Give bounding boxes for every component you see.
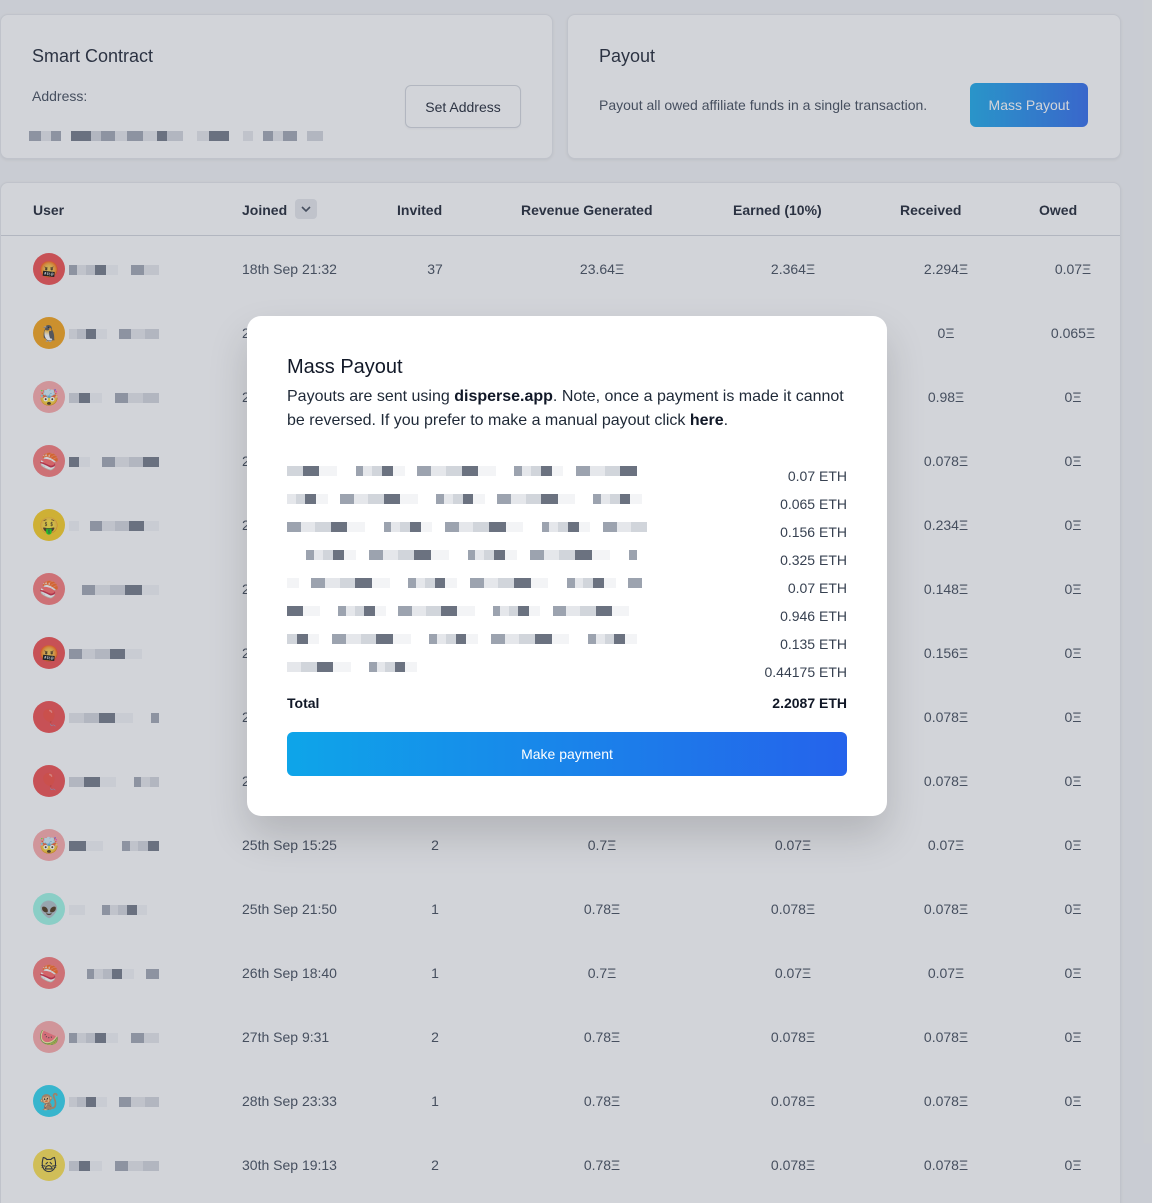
recipient-address-redacted <box>287 522 647 532</box>
recipient-address-redacted <box>287 466 637 476</box>
manual-payout-link[interactable]: here <box>690 412 724 429</box>
disperse-link[interactable]: disperse.app <box>454 388 553 405</box>
recipient-address-redacted <box>287 550 637 560</box>
recipient-address-redacted <box>287 634 637 644</box>
modal-description: Payouts are sent using disperse.app. Not… <box>287 385 847 433</box>
payment-row: 0.44175 ETH <box>287 658 847 686</box>
payment-row: 0.07 ETH <box>287 462 847 490</box>
recipient-address-redacted <box>287 662 417 672</box>
payment-amount: 0.946 ETH <box>780 608 847 624</box>
page: Smart Contract Address: Set Address Payo… <box>0 0 1152 1203</box>
payment-amount: 0.44175 ETH <box>764 664 848 680</box>
payment-row: 0.065 ETH <box>287 490 847 518</box>
mass-payout-modal: Mass Payout Payouts are sent using dispe… <box>247 316 887 816</box>
payment-row: 0.156 ETH <box>287 518 847 546</box>
payment-row: 0.07 ETH <box>287 574 847 602</box>
payment-amount: 0.065 ETH <box>780 496 847 512</box>
modal-title: Mass Payout <box>287 356 403 378</box>
payment-row: 0.325 ETH <box>287 546 847 574</box>
payment-row: 0.946 ETH <box>287 602 847 630</box>
payment-amount: 0.156 ETH <box>780 524 847 540</box>
payment-amount: 0.07 ETH <box>787 468 847 484</box>
payment-amount: 0.07 ETH <box>787 580 847 596</box>
total-value: 2.2087 ETH <box>772 695 847 711</box>
desc-end: . <box>723 412 729 429</box>
recipient-address-redacted <box>287 578 642 588</box>
recipient-address-redacted <box>287 606 647 616</box>
payment-row: 0.135 ETH <box>287 630 847 658</box>
desc-prefix: Payouts are sent using <box>287 388 455 405</box>
payment-amount: 0.135 ETH <box>780 636 847 652</box>
recipient-address-redacted <box>287 494 642 504</box>
total-label: Total <box>287 695 320 711</box>
payment-amount: 0.325 ETH <box>780 552 847 568</box>
make-payment-button[interactable]: Make payment <box>287 732 847 776</box>
